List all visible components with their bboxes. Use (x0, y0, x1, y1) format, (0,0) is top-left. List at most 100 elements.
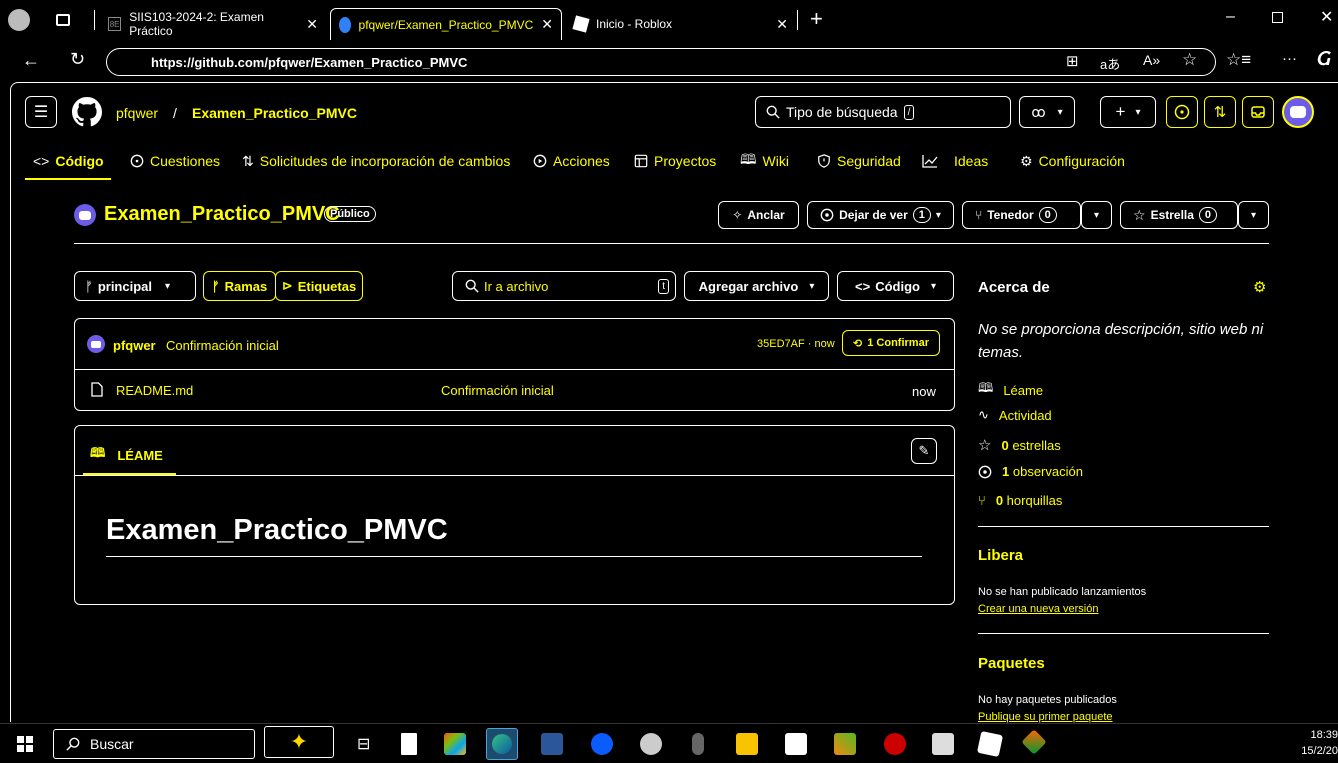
star-button[interactable]: ☆ Estrella 0 (1120, 201, 1238, 229)
pin-button[interactable]: ✧ Anclar (718, 201, 799, 229)
minimize-icon[interactable]: – (1226, 8, 1235, 26)
fork-button[interactable]: ⑂ Tenedor 0 (962, 201, 1081, 229)
teams-chat-icon[interactable] (785, 733, 807, 755)
mouse-app-icon[interactable] (692, 733, 704, 755)
github-logo-icon[interactable] (72, 97, 102, 127)
tab-code[interactable]: <> Código (33, 150, 104, 172)
readme-link[interactable]: 🕮 Léame (978, 379, 1043, 401)
favorites-list-icon[interactable]: ☆≡ (1226, 50, 1251, 70)
copilot-sparkle-icon[interactable]: ✦ (264, 726, 334, 758)
tab-settings[interactable]: ⚙ Configuración (1020, 150, 1125, 172)
windows-start-icon[interactable] (17, 736, 33, 752)
tab-projects[interactable]: Proyectos (634, 150, 716, 172)
dev-cpp-icon[interactable] (884, 733, 906, 755)
edit-readme-button[interactable]: ✎ (911, 438, 937, 464)
publish-package-link[interactable]: Publique su primer paquete (978, 711, 1113, 723)
active-tab-indicator (25, 178, 111, 180)
watchers-link[interactable]: 1 observación (978, 464, 1083, 479)
close-tab-icon[interactable]: ✕ (776, 16, 788, 33)
cloud-app-icon[interactable] (640, 733, 662, 755)
tab-github-repo[interactable]: pfqwer/Examen_Practico_PMVC ✕ (330, 8, 562, 40)
tab-roblox[interactable]: Inicio - Roblox ✕ (568, 8, 794, 40)
file-explorer-icon[interactable] (736, 733, 758, 755)
store-icon[interactable] (444, 733, 466, 755)
tab-examen-practico[interactable]: 8E SIIS103-2024-2: Examen Práctico ✕ (102, 8, 324, 40)
close-window-icon[interactable]: ✕ (1320, 7, 1333, 27)
zoom-icon[interactable] (591, 733, 613, 755)
add-file-button[interactable]: Agregar archivo ▾ (684, 271, 829, 301)
breadcrumb-owner[interactable]: pfqwer (116, 105, 158, 121)
user-avatar[interactable] (1282, 96, 1314, 128)
packages-empty-text: No hay paquetes publicados (978, 694, 1117, 706)
tab-pull-requests[interactable]: ⇅ Solicitudes de incorporación de cambio… (242, 150, 510, 172)
commit-hash-time[interactable]: 35ED7AF · now (757, 338, 835, 350)
roblox-icon[interactable] (976, 730, 1004, 758)
tab-actions[interactable]: Acciones (533, 150, 610, 172)
word-icon[interactable] (541, 733, 563, 755)
packages-title[interactable]: Paquetes (978, 655, 1045, 672)
create-release-link[interactable]: Crear una nueva versión (978, 603, 1098, 615)
close-tab-icon[interactable]: ✕ (541, 16, 553, 33)
edge-browser-icon[interactable] (486, 728, 518, 760)
tab-wiki[interactable]: 🕮 Wiki (740, 150, 789, 172)
star-dropdown-button[interactable]: ▾ (1238, 201, 1269, 229)
fork-dropdown-button[interactable]: ▾ (1081, 201, 1112, 229)
gear-icon: ⚙ (1020, 152, 1033, 169)
hamburger-menu-icon[interactable]: ☰ (25, 96, 57, 128)
readme-tab[interactable]: 🕮 LÉAME (90, 444, 163, 466)
code-dropdown-button[interactable]: <> Código ▾ (837, 271, 954, 301)
forks-link[interactable]: ⑂ 0 horquillas (978, 493, 1062, 508)
repo-title[interactable]: Examen_Practico_PMVC (104, 203, 340, 226)
breadcrumb-repo[interactable]: Examen_Practico_PMVC (192, 105, 357, 121)
close-tab-icon[interactable]: ✕ (306, 16, 318, 33)
new-tab-icon[interactable]: + (810, 6, 823, 32)
commits-history-button[interactable]: ⟲ 1 Confirmar (842, 330, 940, 356)
more-options-icon[interactable]: ··· (1282, 50, 1297, 67)
tab-issues[interactable]: Cuestiones (130, 150, 220, 172)
create-new-button[interactable]: + ▾ (1100, 96, 1156, 128)
url-bar[interactable]: https://github.com/pfqwer/Examen_Practic… (106, 48, 1216, 76)
commit-author-avatar[interactable] (87, 335, 105, 353)
refresh-icon[interactable]: ↻ (70, 49, 85, 70)
task-view-icon[interactable]: ⊟ (357, 734, 370, 754)
document-viewer-icon[interactable] (932, 733, 954, 755)
unwatch-button[interactable]: Dejar de ver 1 ▾ (807, 201, 954, 229)
app-available-icon[interactable]: ⊞ (1066, 52, 1079, 70)
translate-icon[interactable]: aあ (1100, 54, 1120, 73)
copilot-button[interactable]: ꝏ ▾ (1019, 96, 1075, 128)
commit-message[interactable]: Confirmación inicial (166, 338, 279, 353)
repo-owner-avatar[interactable] (74, 204, 96, 226)
file-commit-message[interactable]: Confirmación inicial (441, 383, 554, 398)
tab-label: Inicio - Roblox (596, 17, 673, 31)
issues-button[interactable] (1166, 96, 1198, 128)
file-name[interactable]: README.md (116, 383, 193, 398)
back-icon[interactable]: ← (22, 50, 40, 71)
paint-app-icon[interactable] (834, 733, 856, 755)
goto-file-input[interactable]: Ir a archivo t (452, 271, 676, 301)
copilot-icon[interactable]: Ⴚ (1316, 50, 1330, 70)
clock[interactable]: 18:39 15/2/20 (1297, 727, 1338, 759)
branch-selector[interactable]: ᚠ principal ▾ (74, 271, 196, 301)
stars-link[interactable]: ☆ 0 estrellas (978, 436, 1061, 454)
tab-insights[interactable]: Ideas (922, 150, 988, 172)
taskbar-search-box[interactable]: Buscar (53, 729, 255, 759)
branches-button[interactable]: ᚠ Ramas (203, 271, 276, 301)
inbox-button[interactable] (1242, 96, 1274, 128)
pull-requests-button[interactable]: ⇅ (1204, 96, 1236, 128)
commit-author[interactable]: pfqwer (113, 338, 156, 353)
tags-button[interactable]: ⊳ Etiquetas (275, 271, 363, 301)
notepad-icon[interactable] (401, 733, 417, 755)
favorite-star-icon[interactable]: ☆ (1182, 50, 1197, 70)
activity-link[interactable]: ∿ Actividad (978, 407, 1052, 423)
table-icon (634, 154, 648, 168)
tab-actions-label: Acciones (553, 153, 610, 169)
releases-title[interactable]: Libera (978, 547, 1023, 564)
about-settings-gear-icon[interactable]: ⚙ (1253, 278, 1266, 296)
restore-icon[interactable] (1272, 12, 1283, 23)
url-text[interactable]: https://github.com/pfqwer/Examen_Practic… (151, 55, 467, 70)
profile-avatar-icon[interactable] (8, 9, 30, 31)
read-aloud-icon[interactable]: A» (1143, 52, 1160, 68)
tab-security[interactable]: Seguridad (817, 150, 901, 172)
search-input[interactable]: Tipo de búsqueda / (755, 96, 1011, 128)
workspaces-icon[interactable] (56, 14, 70, 26)
